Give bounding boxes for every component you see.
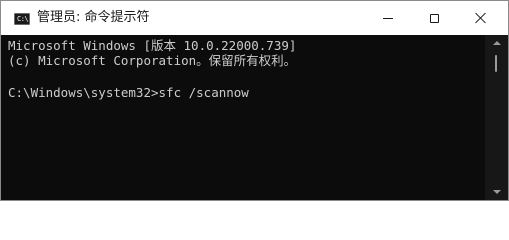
- scrollbar-thumb[interactable]: [495, 55, 497, 72]
- cmd-icon-glyph: C:\: [17, 15, 29, 23]
- scroll-up-arrow-icon[interactable]: [493, 41, 501, 45]
- maximize-button[interactable]: [411, 1, 457, 35]
- minimize-icon: [383, 17, 393, 19]
- maximize-icon: [429, 13, 439, 23]
- scroll-down-arrow-icon[interactable]: [493, 190, 501, 194]
- console-line-copyright: (c) Microsoft Corporation。保留所有权利。: [8, 53, 297, 68]
- window-title: 管理员: 命令提示符: [37, 10, 150, 25]
- close-button[interactable]: [457, 1, 503, 35]
- cmd-icon[interactable]: C:\: [14, 13, 30, 25]
- console-prompt-line[interactable]: C:\Windows\system32>sfc /scannow: [8, 85, 249, 101]
- console-line-version: Microsoft Windows [版本 10.0.22000.739]: [8, 38, 297, 53]
- close-icon: [474, 12, 486, 24]
- vertical-scrollbar[interactable]: [485, 35, 508, 200]
- title-bar[interactable]: C:\ 管理员: 命令提示符: [1, 1, 508, 35]
- console-output[interactable]: Microsoft Windows [版本 10.0.22000.739] (c…: [1, 35, 485, 200]
- cmd-window: C:\ 管理员: 命令提示符 Microsoft Windows [版本 10.…: [0, 0, 509, 201]
- minimize-button[interactable]: [365, 1, 411, 35]
